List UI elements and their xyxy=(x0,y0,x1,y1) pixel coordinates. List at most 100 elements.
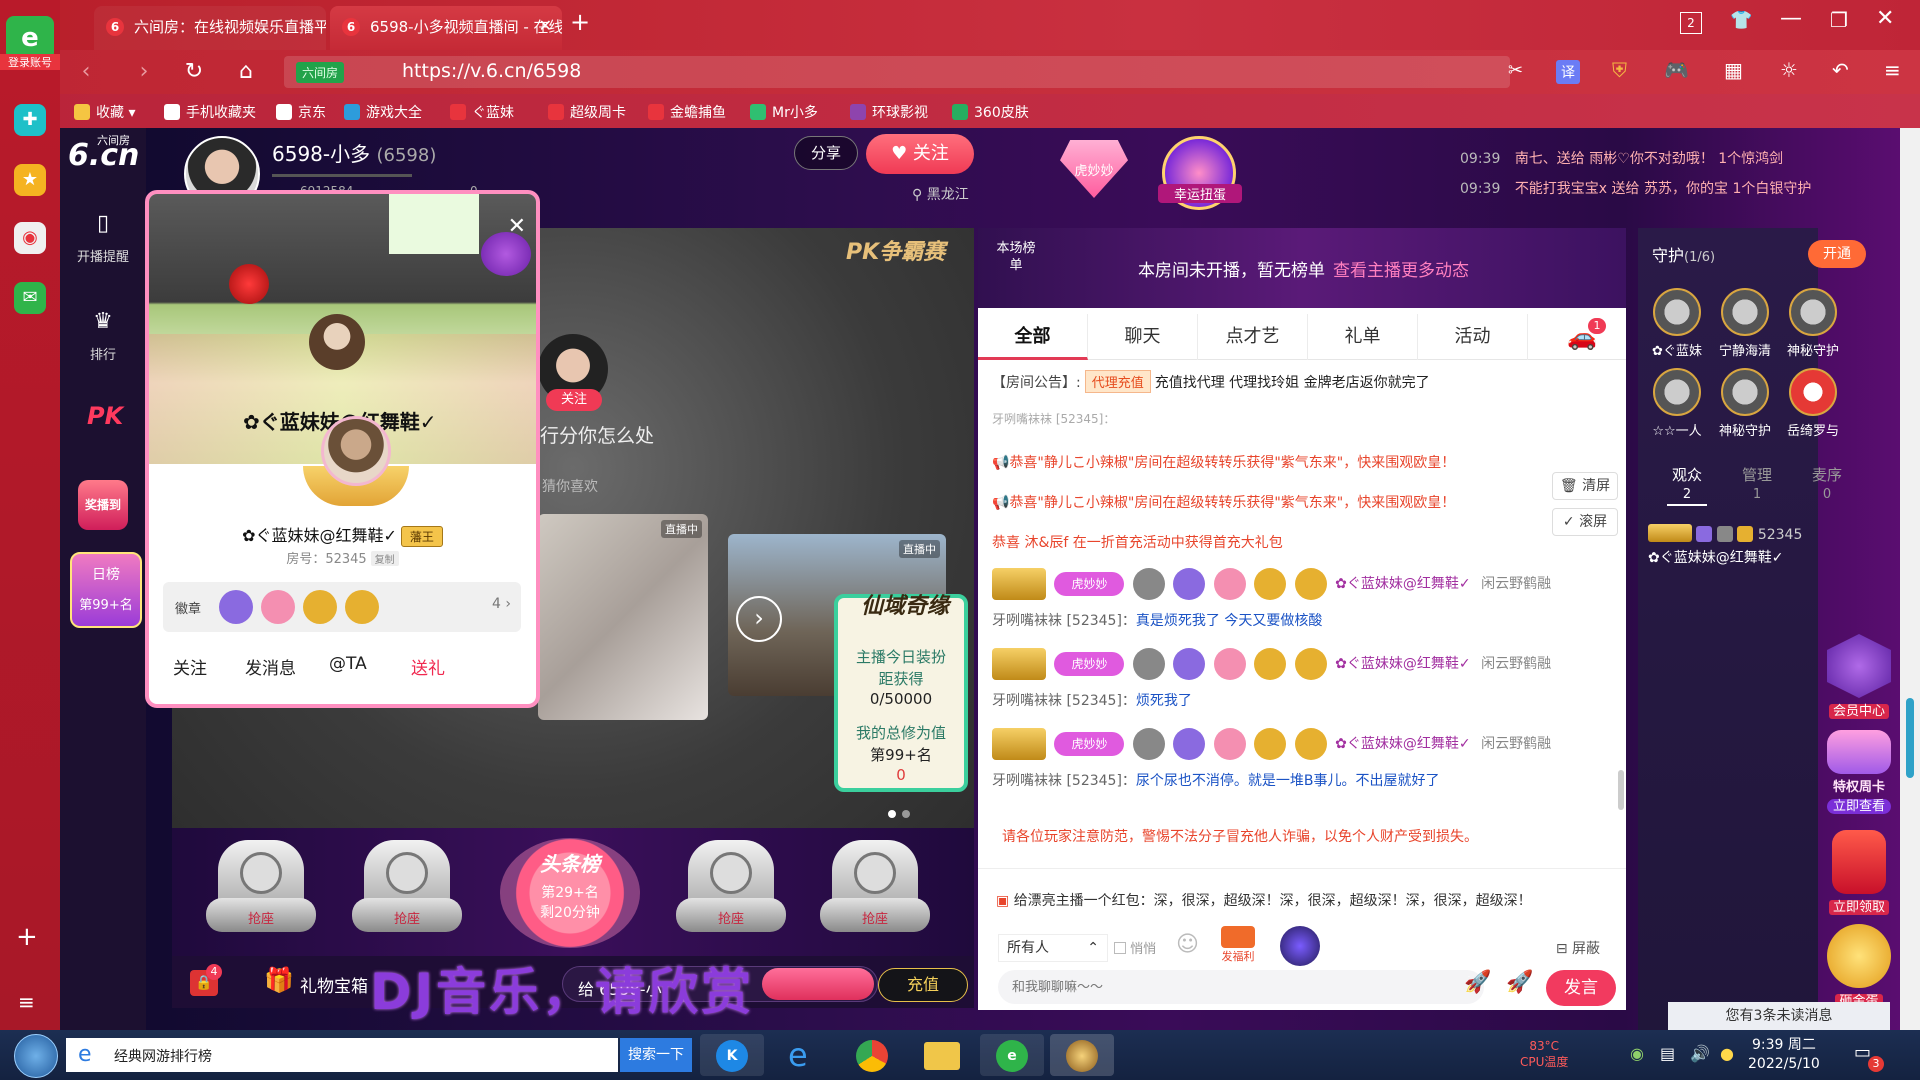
back-icon[interactable]: ‹ xyxy=(72,58,100,86)
browser-tab-1[interactable]: 6 六间房：在线视频娱乐直播平 xyxy=(94,6,326,50)
nav-live-reminder[interactable]: ▯ 开播提醒 xyxy=(60,208,146,265)
mail-icon[interactable]: ✉ xyxy=(14,282,46,314)
rocket-icon[interactable]: 🚀 xyxy=(1464,970,1491,995)
guard-member[interactable]: 宁静海清 xyxy=(1710,288,1780,359)
tab-events[interactable]: 活动 xyxy=(1418,314,1528,360)
share-button[interactable]: 分享 xyxy=(794,136,858,170)
close-tab-icon[interactable]: ✕ xyxy=(539,16,552,35)
nav-reward[interactable]: 奖播到 xyxy=(60,480,146,536)
login-account-label[interactable]: 登录账号 xyxy=(0,54,60,70)
chat-username[interactable]: ✿ぐ蓝妹妹@红舞鞋✓ xyxy=(1335,736,1470,752)
close-window-icon[interactable]: ✕ xyxy=(1876,6,1894,31)
tab-all[interactable]: 全部 xyxy=(978,314,1088,360)
bookmark-item[interactable]: 京东 xyxy=(276,102,326,122)
browser-tab-2[interactable]: 6 6598-小多视频直播间 - 在线视 ✕ xyxy=(330,6,562,50)
recommend-live-thumbnail[interactable]: 直播中 xyxy=(538,514,708,720)
undo-icon[interactable]: ↶ xyxy=(1832,58,1849,82)
whisper-checkbox[interactable]: 悄悄 xyxy=(1114,938,1156,957)
seat[interactable]: 抢座 xyxy=(676,840,786,950)
car-icon[interactable]: 🚗 1 xyxy=(1538,314,1626,360)
bookmark-item[interactable]: ぐ蓝妹 xyxy=(450,102,514,122)
rocket-red-icon[interactable]: 🚀 xyxy=(1506,970,1533,995)
send-gift-button[interactable] xyxy=(762,968,874,1000)
page-scrollbar[interactable] xyxy=(1900,128,1920,1030)
user-avatar[interactable] xyxy=(321,416,391,486)
network-icon[interactable]: ▤ xyxy=(1660,1044,1675,1063)
favorites-star-icon[interactable]: ★ xyxy=(14,164,46,196)
next-arrow-icon[interactable]: › xyxy=(736,596,782,642)
taskbar-clock[interactable]: 9:39 周二 2022/5/10 xyxy=(1748,1036,1820,1074)
carousel-dot[interactable] xyxy=(902,810,910,818)
restore-icon[interactable]: ❐ xyxy=(1830,8,1848,32)
bookmark-item[interactable]: 环球影视 xyxy=(850,102,928,122)
skin-icon[interactable]: 👕 xyxy=(1730,10,1752,31)
scroll-screen-button[interactable]: ✓ 滚屏 xyxy=(1552,508,1618,536)
bookmark-item[interactable]: 360皮肤 xyxy=(952,102,1029,122)
chat-scrollbar[interactable] xyxy=(1618,770,1624,810)
weibo-icon[interactable]: ◉ xyxy=(14,222,46,254)
gift-box-icon[interactable]: 🎁 xyxy=(264,966,294,994)
tab-chat[interactable]: 聊天 xyxy=(1088,314,1198,360)
add-sidebar-icon[interactable]: + xyxy=(16,922,38,952)
emoji-icon[interactable]: ☺ xyxy=(1176,932,1199,957)
minimize-icon[interactable]: — xyxy=(1780,6,1802,31)
recommend-follow-button[interactable]: 关注 xyxy=(546,389,602,411)
tab-talent[interactable]: 点才艺 xyxy=(1198,314,1308,360)
ie-app-icon[interactable]: e xyxy=(770,1034,834,1076)
game-app-icon[interactable] xyxy=(1050,1034,1114,1076)
bookmark-item[interactable]: Mr小多 xyxy=(750,102,818,122)
daily-rank-badge[interactable]: 日榜 第99+名 xyxy=(70,552,142,628)
clear-screen-button[interactable]: 🗑 清屏 xyxy=(1552,472,1618,500)
apps-grid-icon[interactable]: ▦ xyxy=(1724,58,1743,82)
this-board-label[interactable]: 本场榜单 xyxy=(996,240,1036,274)
seat[interactable]: 抢座 xyxy=(820,840,930,950)
brightness-icon[interactable]: ☼ xyxy=(1780,58,1798,82)
bookmark-item[interactable]: 收藏 ▾ xyxy=(74,102,135,122)
headline-board[interactable]: 头条榜 第29+名 剩20分钟 xyxy=(500,838,640,948)
nav-pk[interactable]: PK xyxy=(60,400,146,438)
tab-count-icon[interactable]: 2 xyxy=(1680,12,1702,34)
shield-icon[interactable]: ⛨ xyxy=(1612,58,1627,82)
seat[interactable]: 抢座 xyxy=(206,840,316,950)
medals-row[interactable]: 徽章 4 › xyxy=(163,582,521,632)
menu-icon[interactable]: ≡ xyxy=(1884,58,1901,82)
chat-list[interactable]: 【房间公告】: 代理充值 充值找代理 代理找玲姐 金牌老店返你就完了 牙咧嘴袜袜 [… xyxy=(978,360,1626,820)
reload-icon[interactable]: ↻ xyxy=(180,58,208,86)
translate-icon[interactable]: 译 xyxy=(1556,60,1580,84)
unread-messages[interactable]: 您有3条未读消息 xyxy=(1668,1002,1890,1030)
audience-row[interactable]: 52345 ✿ぐ蓝妹妹@红舞鞋✓ xyxy=(1648,524,1802,567)
bookmark-item[interactable]: 金蟾捕鱼 xyxy=(648,102,726,122)
list-icon[interactable]: ≡ xyxy=(18,990,35,1014)
new-tab-button[interactable]: + xyxy=(570,8,590,36)
send-button[interactable]: 发言 xyxy=(1546,970,1616,1006)
medals-more[interactable]: 4 › xyxy=(492,596,511,612)
golden-egg-button[interactable]: 砸金蛋 xyxy=(1818,924,1900,1009)
gift-box-label[interactable]: 礼物宝箱 xyxy=(300,972,368,997)
close-icon[interactable]: ✕ xyxy=(508,214,526,239)
site-logo[interactable]: 6.cn xyxy=(68,138,139,173)
chat-input[interactable] xyxy=(998,970,1484,1004)
privilege-card-button[interactable]: 特权周卡 立即查看 xyxy=(1818,730,1900,814)
tray-360-icon[interactable]: ◉ xyxy=(1630,1044,1644,1063)
kugou-app-icon[interactable]: K xyxy=(700,1034,764,1076)
taskbar-search-button[interactable]: 搜索一下 xyxy=(620,1038,692,1072)
tray-app-icon[interactable]: ● xyxy=(1720,1044,1734,1063)
guard-member[interactable]: 神秘守护 xyxy=(1710,368,1780,439)
bookmark-item[interactable]: 游戏大全 xyxy=(344,102,422,122)
bookmark-item[interactable]: 超级周卡 xyxy=(548,102,626,122)
more-dynamics-link[interactable]: 查看主播更多动态 xyxy=(1333,261,1469,281)
plus-app-icon[interactable]: ✚ xyxy=(14,104,46,136)
folder-app-icon[interactable] xyxy=(910,1034,974,1076)
member-center-button[interactable]: 会员中心 xyxy=(1818,634,1900,719)
planet-icon[interactable] xyxy=(1280,926,1320,966)
guard-member[interactable]: ✿ぐ蓝妹 xyxy=(1642,288,1712,359)
welfare-button[interactable]: 发福利 xyxy=(1216,926,1260,966)
tab-gifts[interactable]: 礼单 xyxy=(1308,314,1418,360)
follow-button[interactable]: ♥ 关注 xyxy=(866,134,974,174)
mention-action[interactable]: @TA xyxy=(329,654,367,674)
message-action[interactable]: 发消息 xyxy=(245,654,296,679)
bookmark-item[interactable]: 手机收藏夹 xyxy=(164,102,256,122)
carousel-dot[interactable] xyxy=(888,810,896,818)
send-gift-action[interactable]: 送礼 xyxy=(411,654,445,679)
claim-now-button[interactable]: 立即领取 xyxy=(1818,830,1900,915)
